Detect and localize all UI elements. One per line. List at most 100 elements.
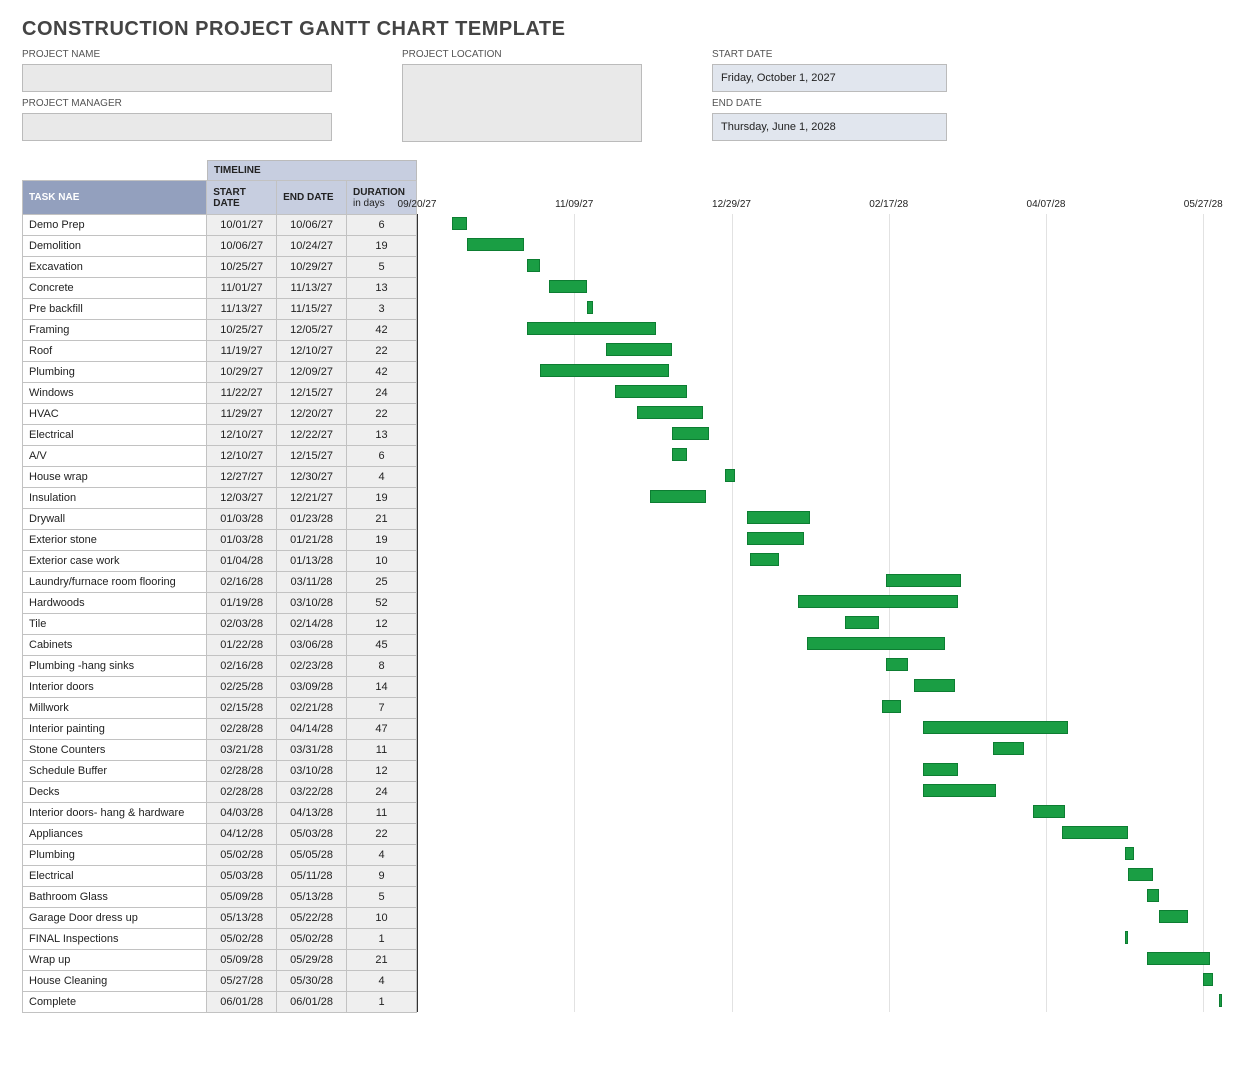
gantt-bar[interactable]	[672, 448, 688, 461]
end-date-field[interactable]: Thursday, June 1, 2028	[712, 113, 947, 141]
table-row[interactable]: Windows11/22/2712/15/2724	[23, 383, 417, 404]
table-row[interactable]: Drywall01/03/2801/23/2821	[23, 509, 417, 530]
table-row[interactable]: Plumbing -hang sinks02/16/2802/23/288	[23, 656, 417, 677]
gantt-bar[interactable]	[549, 280, 587, 293]
table-row[interactable]: Exterior case work01/04/2801/13/2810	[23, 551, 417, 572]
project-location-field[interactable]	[402, 64, 642, 142]
gantt-bar[interactable]	[725, 469, 734, 482]
gantt-bar[interactable]	[923, 763, 958, 776]
task-dur-cell: 47	[347, 719, 417, 740]
table-row[interactable]: Insulation12/03/2712/21/2719	[23, 488, 417, 509]
gantt-bar[interactable]	[672, 427, 710, 440]
table-row[interactable]: Millwork02/15/2802/21/287	[23, 698, 417, 719]
gantt-bar[interactable]	[540, 364, 669, 377]
gantt-bar[interactable]	[1125, 847, 1134, 860]
gantt-bar[interactable]	[923, 784, 995, 797]
gantt-bar[interactable]	[747, 511, 810, 524]
gantt-row	[417, 403, 1219, 424]
task-start-cell: 02/28/28	[207, 719, 277, 740]
table-row[interactable]: Pre backfill11/13/2711/15/273	[23, 299, 417, 320]
table-row[interactable]: HVAC11/29/2712/20/2722	[23, 404, 417, 425]
table-row[interactable]: Interior doors- hang & hardware04/03/280…	[23, 803, 417, 824]
task-name-cell: Appliances	[23, 824, 207, 845]
gantt-bar[interactable]	[1219, 994, 1222, 1007]
gantt-bar[interactable]	[1125, 931, 1128, 944]
task-name-cell: Drywall	[23, 509, 207, 530]
gantt-bar[interactable]	[747, 532, 804, 545]
table-row[interactable]: Concrete11/01/2711/13/2713	[23, 278, 417, 299]
task-end-cell: 10/29/27	[277, 257, 347, 278]
task-name-cell: Wrap up	[23, 950, 207, 971]
table-row[interactable]: House wrap12/27/2712/30/274	[23, 467, 417, 488]
gantt-bar[interactable]	[1147, 889, 1160, 902]
gantt-bar[interactable]	[882, 700, 901, 713]
table-row[interactable]: Decks02/28/2803/22/2824	[23, 782, 417, 803]
table-row[interactable]: Schedule Buffer02/28/2803/10/2812	[23, 761, 417, 782]
table-row[interactable]: Interior doors02/25/2803/09/2814	[23, 677, 417, 698]
table-row[interactable]: Appliances04/12/2805/03/2822	[23, 824, 417, 845]
task-start-cell: 01/03/28	[207, 509, 277, 530]
gantt-bar[interactable]	[750, 553, 778, 566]
table-row[interactable]: Framing10/25/2712/05/2742	[23, 320, 417, 341]
gantt-row	[417, 970, 1219, 991]
gantt-bar[interactable]	[527, 259, 540, 272]
table-row[interactable]: Plumbing10/29/2712/09/2742	[23, 362, 417, 383]
task-dur-cell: 12	[347, 614, 417, 635]
table-row[interactable]: Bathroom Glass05/09/2805/13/285	[23, 887, 417, 908]
task-start-cell: 10/06/27	[207, 236, 277, 257]
table-row[interactable]: Tile02/03/2802/14/2812	[23, 614, 417, 635]
table-row[interactable]: Garage Door dress up05/13/2805/22/2810	[23, 908, 417, 929]
gantt-bar[interactable]	[615, 385, 687, 398]
table-row[interactable]: Plumbing05/02/2805/05/284	[23, 845, 417, 866]
gantt-bar[interactable]	[886, 574, 961, 587]
table-row[interactable]: Electrical05/03/2805/11/289	[23, 866, 417, 887]
table-row[interactable]: Wrap up05/09/2805/29/2821	[23, 950, 417, 971]
gantt-bar[interactable]	[1128, 868, 1153, 881]
start-date-field[interactable]: Friday, October 1, 2027	[712, 64, 947, 92]
gantt-bar[interactable]	[637, 406, 703, 419]
table-row[interactable]: Laundry/furnace room flooring02/16/2803/…	[23, 572, 417, 593]
table-row[interactable]: Exterior stone01/03/2801/21/2819	[23, 530, 417, 551]
project-name-field[interactable]	[22, 64, 332, 92]
gantt-bar[interactable]	[1033, 805, 1064, 818]
gantt-bar[interactable]	[923, 721, 1068, 734]
gantt-bar[interactable]	[798, 595, 958, 608]
gantt-bar[interactable]	[452, 217, 468, 230]
gantt-row	[417, 718, 1219, 739]
gantt-bar[interactable]	[993, 742, 1024, 755]
gantt-bar[interactable]	[1062, 826, 1128, 839]
gantt-bar[interactable]	[1203, 973, 1212, 986]
table-row[interactable]: Demo Prep10/01/2710/06/276	[23, 215, 417, 236]
gantt-bar[interactable]	[914, 679, 955, 692]
gantt-bar[interactable]	[886, 658, 908, 671]
gantt-bar[interactable]	[527, 322, 656, 335]
table-row[interactable]: A/V12/10/2712/15/276	[23, 446, 417, 467]
gantt-bar[interactable]	[587, 301, 593, 314]
table-row[interactable]: Electrical12/10/2712/22/2713	[23, 425, 417, 446]
table-row[interactable]: Complete06/01/2806/01/281	[23, 992, 417, 1013]
col-end-date: END DATE	[277, 181, 347, 215]
gantt-bar[interactable]	[1147, 952, 1210, 965]
task-end-cell: 02/23/28	[277, 656, 347, 677]
table-row[interactable]: Cabinets01/22/2803/06/2845	[23, 635, 417, 656]
gantt-bar[interactable]	[845, 616, 880, 629]
table-row[interactable]: Demolition10/06/2710/24/2719	[23, 236, 417, 257]
table-row[interactable]: Stone Counters03/21/2803/31/2811	[23, 740, 417, 761]
project-manager-field[interactable]	[22, 113, 332, 141]
table-row[interactable]: Roof11/19/2712/10/2722	[23, 341, 417, 362]
table-row[interactable]: Interior painting02/28/2804/14/2847	[23, 719, 417, 740]
task-end-cell: 05/03/28	[277, 824, 347, 845]
task-start-cell: 10/25/27	[207, 320, 277, 341]
table-row[interactable]: Hardwoods01/19/2803/10/2852	[23, 593, 417, 614]
gantt-bar[interactable]	[1159, 910, 1187, 923]
task-start-cell: 06/01/28	[207, 992, 277, 1013]
gantt-bar[interactable]	[467, 238, 524, 251]
task-end-cell: 11/13/27	[277, 278, 347, 299]
table-row[interactable]: Excavation10/25/2710/29/275	[23, 257, 417, 278]
table-row[interactable]: House Cleaning05/27/2805/30/284	[23, 971, 417, 992]
gantt-bar[interactable]	[606, 343, 672, 356]
gantt-row	[417, 697, 1219, 718]
gantt-bar[interactable]	[807, 637, 945, 650]
table-row[interactable]: FINAL Inspections05/02/2805/02/281	[23, 929, 417, 950]
gantt-bar[interactable]	[650, 490, 707, 503]
